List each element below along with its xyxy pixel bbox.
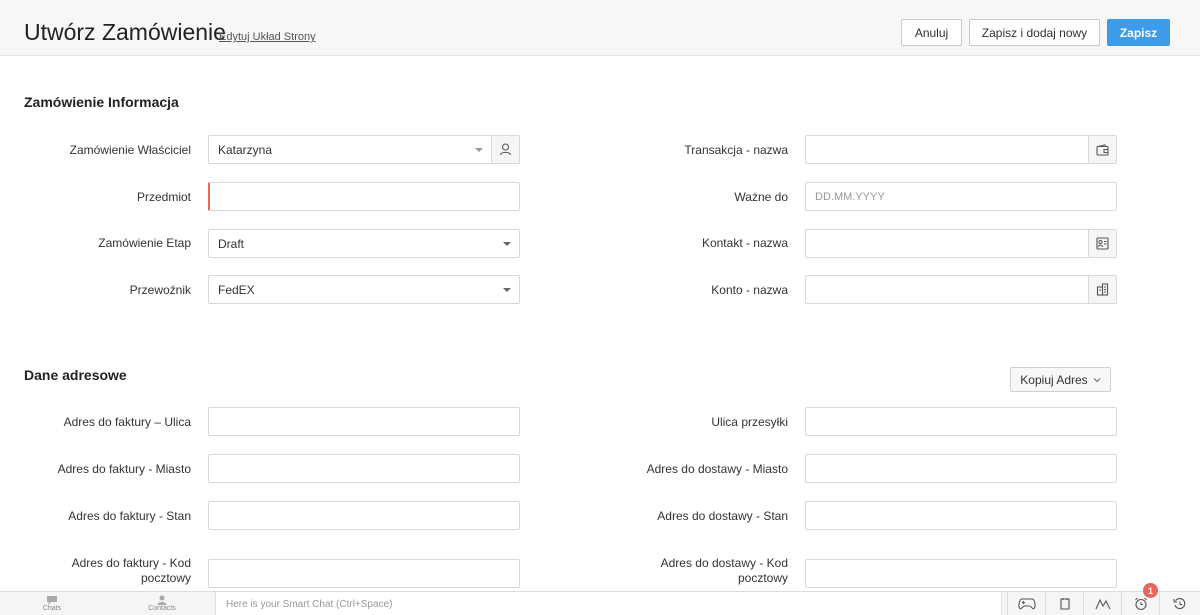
chats-tab-label: Chats xyxy=(42,605,62,612)
deal-lookup-button[interactable] xyxy=(1088,136,1116,163)
save-and-new-button[interactable]: Zapisz i dodaj nowy xyxy=(969,19,1100,46)
chevron-down-icon xyxy=(503,288,511,292)
chevron-down-icon xyxy=(503,242,511,246)
shipping-street-label: Ulica przesyłki xyxy=(711,415,788,429)
notification-badge: 1 xyxy=(1143,583,1158,598)
billing-code-input[interactable] xyxy=(208,559,520,588)
stage-label: Zamówienie Etap xyxy=(98,236,191,250)
cancel-button[interactable]: Anuluj xyxy=(901,19,962,46)
chevron-down-icon xyxy=(475,148,483,152)
copy-address-label: Kopiuj Adres xyxy=(1020,372,1088,387)
contacts-tab-label: Contacts xyxy=(148,605,176,612)
shipping-code-input[interactable] xyxy=(805,559,1117,588)
smart-chat-input[interactable]: Here is your Smart Chat (Ctrl+Space) xyxy=(215,592,1002,615)
chat-bubble-icon xyxy=(47,596,57,605)
billing-code-label: Adres do faktury - Kod pocztowy xyxy=(71,556,191,585)
billing-street-label: Adres do faktury – Ulica xyxy=(63,415,191,429)
account-name-input[interactable] xyxy=(805,275,1117,304)
valid-till-input[interactable]: DD.MM.YYYY xyxy=(805,182,1117,211)
subject-input[interactable] xyxy=(208,182,520,211)
signal-button[interactable] xyxy=(1083,592,1121,615)
contact-name-input[interactable] xyxy=(805,229,1117,258)
user-icon xyxy=(499,143,512,156)
section-title-order-info: Zamówienie Informacja xyxy=(24,94,179,110)
billing-city-label: Adres do faktury - Miasto xyxy=(57,462,191,476)
shipping-state-input[interactable] xyxy=(805,501,1117,530)
user-lookup-button[interactable] xyxy=(491,136,519,163)
owner-select[interactable]: Katarzyna xyxy=(208,135,520,164)
feed-icon xyxy=(1094,598,1110,609)
account-name-label: Konto - nazwa xyxy=(711,283,788,297)
gamepad-icon xyxy=(1017,597,1036,609)
contacts-tab[interactable]: Contacts xyxy=(132,595,192,615)
billing-state-input[interactable] xyxy=(208,501,520,530)
account-lookup-button[interactable] xyxy=(1088,276,1116,303)
stage-select[interactable]: Draft xyxy=(208,229,520,258)
contacts-icon xyxy=(157,595,167,605)
smart-chat-placeholder: Here is your Smart Chat (Ctrl+Space) xyxy=(226,599,393,610)
subject-label: Przedmiot xyxy=(136,190,191,204)
shipping-street-input[interactable] xyxy=(805,407,1117,436)
shipping-city-label: Adres do dostawy - Miasto xyxy=(646,462,788,476)
owner-value: Katarzyna xyxy=(218,143,273,157)
footer-bar: Chats Contacts Here is your Smart Chat (… xyxy=(0,591,1200,615)
contact-card-icon xyxy=(1096,237,1109,250)
billing-city-input[interactable] xyxy=(208,454,520,483)
chevron-down-icon xyxy=(1093,377,1101,382)
carrier-label: Przewoźnik xyxy=(129,283,191,297)
carrier-value: FedEX xyxy=(218,283,255,297)
page-header: Utwórz Zamówienie Edytuj Układ Strony An… xyxy=(0,0,1200,56)
notes-button[interactable] xyxy=(1045,592,1083,615)
alarm-clock-icon xyxy=(1134,597,1147,610)
stage-value: Draft xyxy=(218,237,245,251)
shipping-state-label: Adres do dostawy - Stan xyxy=(657,509,788,523)
valid-till-placeholder: DD.MM.YYYY xyxy=(815,191,885,203)
carrier-select[interactable]: FedEX xyxy=(208,275,520,304)
gamepad-button[interactable] xyxy=(1007,592,1045,615)
billing-street-input[interactable] xyxy=(208,407,520,436)
owner-label: Zamówienie Właściciel xyxy=(69,143,191,157)
wallet-icon xyxy=(1096,143,1109,156)
save-button[interactable]: Zapisz xyxy=(1107,19,1170,46)
deal-name-label: Transakcja - nazwa xyxy=(684,143,788,157)
section-title-address: Dane adresowe xyxy=(24,367,127,383)
note-icon xyxy=(1059,598,1070,610)
billing-state-label: Adres do faktury - Stan xyxy=(68,509,191,523)
shipping-city-input[interactable] xyxy=(805,454,1117,483)
history-button[interactable] xyxy=(1159,592,1200,615)
building-icon xyxy=(1096,283,1109,296)
contact-name-label: Kontakt - nazwa xyxy=(701,236,788,250)
contact-lookup-button[interactable] xyxy=(1088,230,1116,257)
valid-till-label: Ważne do xyxy=(734,190,788,204)
page-title: Utwórz Zamówienie xyxy=(24,19,226,45)
edit-layout-link[interactable]: Edytuj Układ Strony xyxy=(219,31,316,43)
history-icon xyxy=(1173,597,1186,609)
copy-address-button[interactable]: Kopiuj Adres xyxy=(1010,367,1111,392)
shipping-code-label: Adres do dostawy - Kod pocztowy xyxy=(660,556,788,585)
chats-tab[interactable]: Chats xyxy=(22,595,82,615)
deal-name-input[interactable] xyxy=(805,135,1117,164)
